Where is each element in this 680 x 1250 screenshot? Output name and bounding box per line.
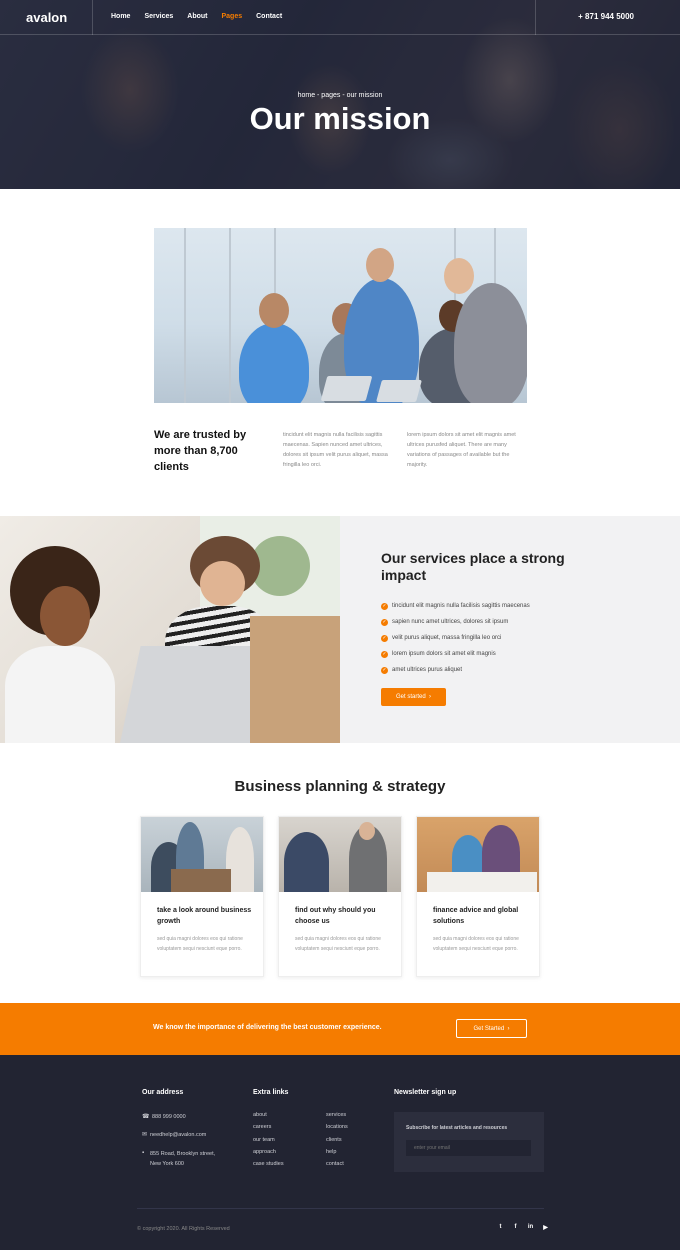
breadcrumb: home - pages - our mission	[297, 92, 383, 99]
footer-link-about[interactable]: about	[253, 1112, 267, 1118]
newsletter-title: Newsletter sign up	[394, 1089, 457, 1096]
cta-get-started-button[interactable]: Get Started ›	[456, 1019, 527, 1038]
logo[interactable]: avalon	[26, 10, 67, 25]
phone-number[interactable]: + 871 944 5000	[578, 12, 634, 21]
get-started-button[interactable]: Get started ›	[381, 688, 446, 706]
newsletter-box: Subscribe for latest articles and resour…	[394, 1112, 544, 1172]
location-icon: ▪	[142, 1150, 145, 1156]
page-title: Our mission	[249, 101, 431, 136]
cta-text: We know the importance of delivering the…	[153, 1024, 382, 1031]
services-list: ✓ tincidunt elit magnis nulla facilisis s…	[381, 598, 530, 678]
twitter-icon[interactable]: t	[497, 1224, 504, 1231]
services-title: Our services place a strong impact	[381, 550, 565, 583]
footer-link-locations[interactable]: locations	[326, 1124, 348, 1130]
card-text: sed quia magni dolores eos qui ratione v…	[433, 936, 519, 952]
footer-link-our-team[interactable]: our team	[253, 1137, 275, 1143]
mail-icon: ✉	[142, 1132, 148, 1138]
footer-address-line2: New York 600	[150, 1161, 184, 1167]
top-nav: avalon Home Services About Pages Contact…	[0, 0, 680, 35]
hero-banner: avalon Home Services About Pages Contact…	[0, 0, 680, 189]
mission-paragraph-2: lorem ipsum dolors sit amet elit magnis …	[407, 432, 516, 468]
list-item: ✓ lorem ipsum dolors sit amet elit magnis	[381, 650, 496, 658]
social-links: t f in ▶	[497, 1224, 549, 1231]
nav-about[interactable]: About	[187, 13, 207, 20]
phone-icon: ☎	[142, 1114, 150, 1120]
address-title: Our address	[142, 1089, 184, 1096]
footer-link-clients[interactable]: clients	[326, 1137, 342, 1143]
chevron-right-icon: ›	[507, 1025, 510, 1032]
service-card[interactable]: finance advice and global solutions sed …	[416, 816, 540, 977]
card-text: sed quia magni dolores eos qui ratione v…	[157, 936, 243, 952]
nav-divider	[92, 0, 93, 35]
footer-email[interactable]: needhelp@avalon.com	[150, 1132, 206, 1138]
cta-banner: We know the importance of delivering the…	[0, 1003, 680, 1055]
footer-divider	[137, 1208, 544, 1209]
main-menu: Home Services About Pages Contact	[111, 13, 282, 20]
check-icon: ✓	[381, 634, 388, 642]
chevron-right-icon: ›	[429, 694, 432, 700]
list-item: ✓ sapien nunc amet ultrices, dolores sit …	[381, 618, 509, 626]
youtube-icon[interactable]: ▶	[542, 1224, 549, 1231]
linkedin-icon[interactable]: in	[527, 1224, 534, 1231]
footer: Our address ☎ 888 999 0000 ✉ needhelp@av…	[0, 1055, 680, 1250]
facebook-icon[interactable]: f	[512, 1224, 519, 1231]
team-meeting-image	[154, 228, 527, 403]
women-laptop-image	[0, 516, 340, 743]
list-item: ✓ velit purus aliquet, massa fringilla le…	[381, 634, 502, 642]
footer-phone[interactable]: 888 999 0000	[152, 1114, 186, 1120]
check-icon: ✓	[381, 618, 388, 626]
footer-link-contact[interactable]: contact	[326, 1161, 344, 1167]
card-text: sed quia magni dolores eos qui ratione v…	[295, 936, 381, 952]
footer-link-approach[interactable]: approach	[253, 1149, 276, 1155]
card-title[interactable]: finance advice and global solutions	[433, 905, 533, 927]
nav-home[interactable]: Home	[111, 13, 130, 20]
footer-link-help[interactable]: help	[326, 1149, 336, 1155]
card-image	[417, 817, 539, 892]
copyright: © copyright 2020. All Rights Reserved	[137, 1226, 230, 1232]
card-image	[279, 817, 401, 892]
planning-title: Business planning & strategy	[234, 778, 446, 795]
card-title[interactable]: find out why should you choose us	[295, 905, 395, 927]
card-title[interactable]: take a look around business growth	[157, 905, 257, 927]
list-item: ✓ tincidunt elit magnis nulla facilisis s…	[381, 602, 530, 610]
nav-divider	[535, 0, 536, 35]
nav-pages[interactable]: Pages	[221, 13, 242, 20]
list-item: ✓ amet ultrices purus aliquet	[381, 666, 463, 674]
check-icon: ✓	[381, 666, 388, 674]
trust-heading: We are trusted by more than 8,700 client…	[154, 429, 247, 473]
links-title: Extra links	[253, 1089, 289, 1096]
nav-services[interactable]: Services	[144, 13, 173, 20]
mission-paragraph-1: tincidunt elit magnis nulla facilisis sa…	[283, 432, 388, 468]
service-card[interactable]: find out why should you choose us sed qu…	[278, 816, 402, 977]
service-card[interactable]: take a look around business growth sed q…	[140, 816, 264, 977]
newsletter-label: Subscribe for latest articles and resour…	[406, 1125, 508, 1131]
newsletter-email-input[interactable]	[406, 1140, 531, 1156]
footer-address-line1: 855 Road, Brooklyn street,	[150, 1151, 216, 1157]
footer-link-services[interactable]: services	[326, 1112, 346, 1118]
footer-link-careers[interactable]: careers	[253, 1124, 271, 1130]
check-icon: ✓	[381, 602, 388, 610]
check-icon: ✓	[381, 650, 388, 658]
nav-contact[interactable]: Contact	[256, 13, 282, 20]
card-image	[141, 817, 263, 892]
footer-link-case-studies[interactable]: case studies	[253, 1161, 284, 1167]
